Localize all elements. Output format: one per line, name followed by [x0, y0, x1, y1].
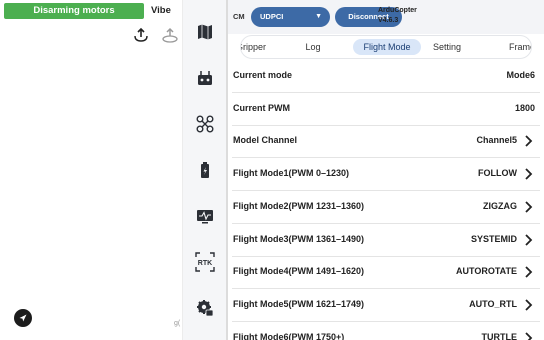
row-label: Model Channel	[233, 135, 298, 146]
row-value: FOLLOW	[478, 168, 517, 179]
tab-log[interactable]: Log	[293, 39, 333, 55]
rail-divider	[226, 0, 228, 340]
chevron-right-icon[interactable]	[523, 331, 533, 340]
chevron-right-icon[interactable]	[523, 298, 533, 312]
chevron-right-icon[interactable]	[523, 167, 533, 181]
firmware-version: V4.6.3	[378, 17, 399, 24]
remote-controller-icon[interactable]	[195, 68, 215, 88]
row-value: SYSTEMID	[470, 233, 517, 244]
flight-mode-list: Current mode Mode6 Current PWM 1800 Model Ch…	[232, 61, 544, 340]
row-label: Flight Mode4(PWM 1491–1620)	[233, 266, 365, 277]
takeoff-icon[interactable]	[161, 27, 179, 43]
app-window: Disarming motors Vibe g(RTK CM UDPCI ▼ …	[0, 0, 544, 340]
row-label: Flight Mode2(PWM 1231–1360)	[233, 200, 365, 211]
tab-setting[interactable]: Setting	[419, 39, 475, 55]
rtk-icon[interactable]: RTK	[195, 252, 215, 272]
cm-label: CM	[233, 12, 245, 21]
row-label: Flight Mode6(PWM 1750+)	[233, 331, 345, 340]
settings-icon[interactable]	[195, 298, 215, 318]
connection-type-select[interactable]: UDPCI ▼	[251, 7, 330, 27]
upload-icon[interactable]	[133, 27, 149, 43]
telemetry-icon[interactable]	[195, 206, 215, 226]
list-row: Current mode Mode6	[232, 61, 540, 93]
tab-frame[interactable]: Frame	[509, 39, 531, 55]
list-row[interactable]: Model Channel Channel5	[232, 126, 540, 159]
connection-type-value: UDPCI	[260, 12, 284, 21]
chevron-right-icon[interactable]	[523, 200, 533, 214]
settings-tabs: Gripper Log Flight Mode Setting Frame	[240, 35, 532, 59]
row-value: AUTOROTATE	[456, 266, 517, 277]
row-value: ZIGZAG	[483, 200, 517, 211]
rtk-icon-text: RTK	[198, 260, 212, 267]
row-value: Mode6	[506, 70, 535, 80]
side-rail: RTK	[182, 0, 226, 340]
chevron-right-icon[interactable]	[523, 134, 533, 148]
tab-flight-mode[interactable]: Flight Mode	[353, 39, 421, 55]
list-row[interactable]: Flight Mode5(PWM 1621–1749) AUTO_RTL	[232, 290, 540, 322]
chevron-right-icon[interactable]	[523, 265, 533, 279]
drone-icon[interactable]	[195, 114, 215, 134]
list-row[interactable]: Flight Mode4(PWM 1491–1620) AUTOROTATE	[232, 257, 540, 290]
tab-gripper[interactable]: Gripper	[241, 39, 273, 55]
row-value: Channel5	[476, 135, 517, 146]
caret-down-icon: ▼	[315, 13, 322, 20]
row-value: AUTO_RTL	[469, 298, 517, 309]
connection-bar: CM UDPCI ▼ Disconnect ArduCopter V4.6.3	[228, 0, 544, 34]
status-banner: Disarming motors	[4, 3, 144, 19]
firmware-name: ArduCopter	[378, 7, 417, 14]
list-row: Current PWM 1800	[232, 94, 540, 126]
row-label: Current PWM	[233, 102, 290, 113]
edge-text: g(	[174, 320, 181, 327]
row-label: Flight Mode3(PWM 1361–1490)	[233, 233, 365, 244]
list-row[interactable]: Flight Mode6(PWM 1750+) TURTLE	[232, 323, 540, 340]
navigation-icon[interactable]	[14, 309, 32, 327]
chevron-right-icon[interactable]	[523, 233, 533, 247]
battery-icon[interactable]	[195, 160, 215, 180]
row-value: TURTLE	[481, 331, 518, 340]
row-label: Flight Mode1(PWM 0–1230)	[233, 168, 350, 179]
row-label: Current mode	[233, 70, 293, 80]
vibe-label[interactable]: Vibe	[151, 3, 171, 19]
list-row[interactable]: Flight Mode2(PWM 1231–1360) ZIGZAG	[232, 192, 540, 224]
map-panel[interactable]: Disarming motors Vibe g(	[0, 0, 182, 340]
row-label: Flight Mode5(PWM 1621–1749)	[233, 298, 365, 309]
list-row[interactable]: Flight Mode3(PWM 1361–1490) SYSTEMID	[232, 225, 540, 257]
row-value: 1800	[514, 102, 535, 113]
list-row[interactable]: Flight Mode1(PWM 0–1230) FOLLOW	[232, 159, 540, 192]
map-icon[interactable]	[195, 22, 215, 42]
